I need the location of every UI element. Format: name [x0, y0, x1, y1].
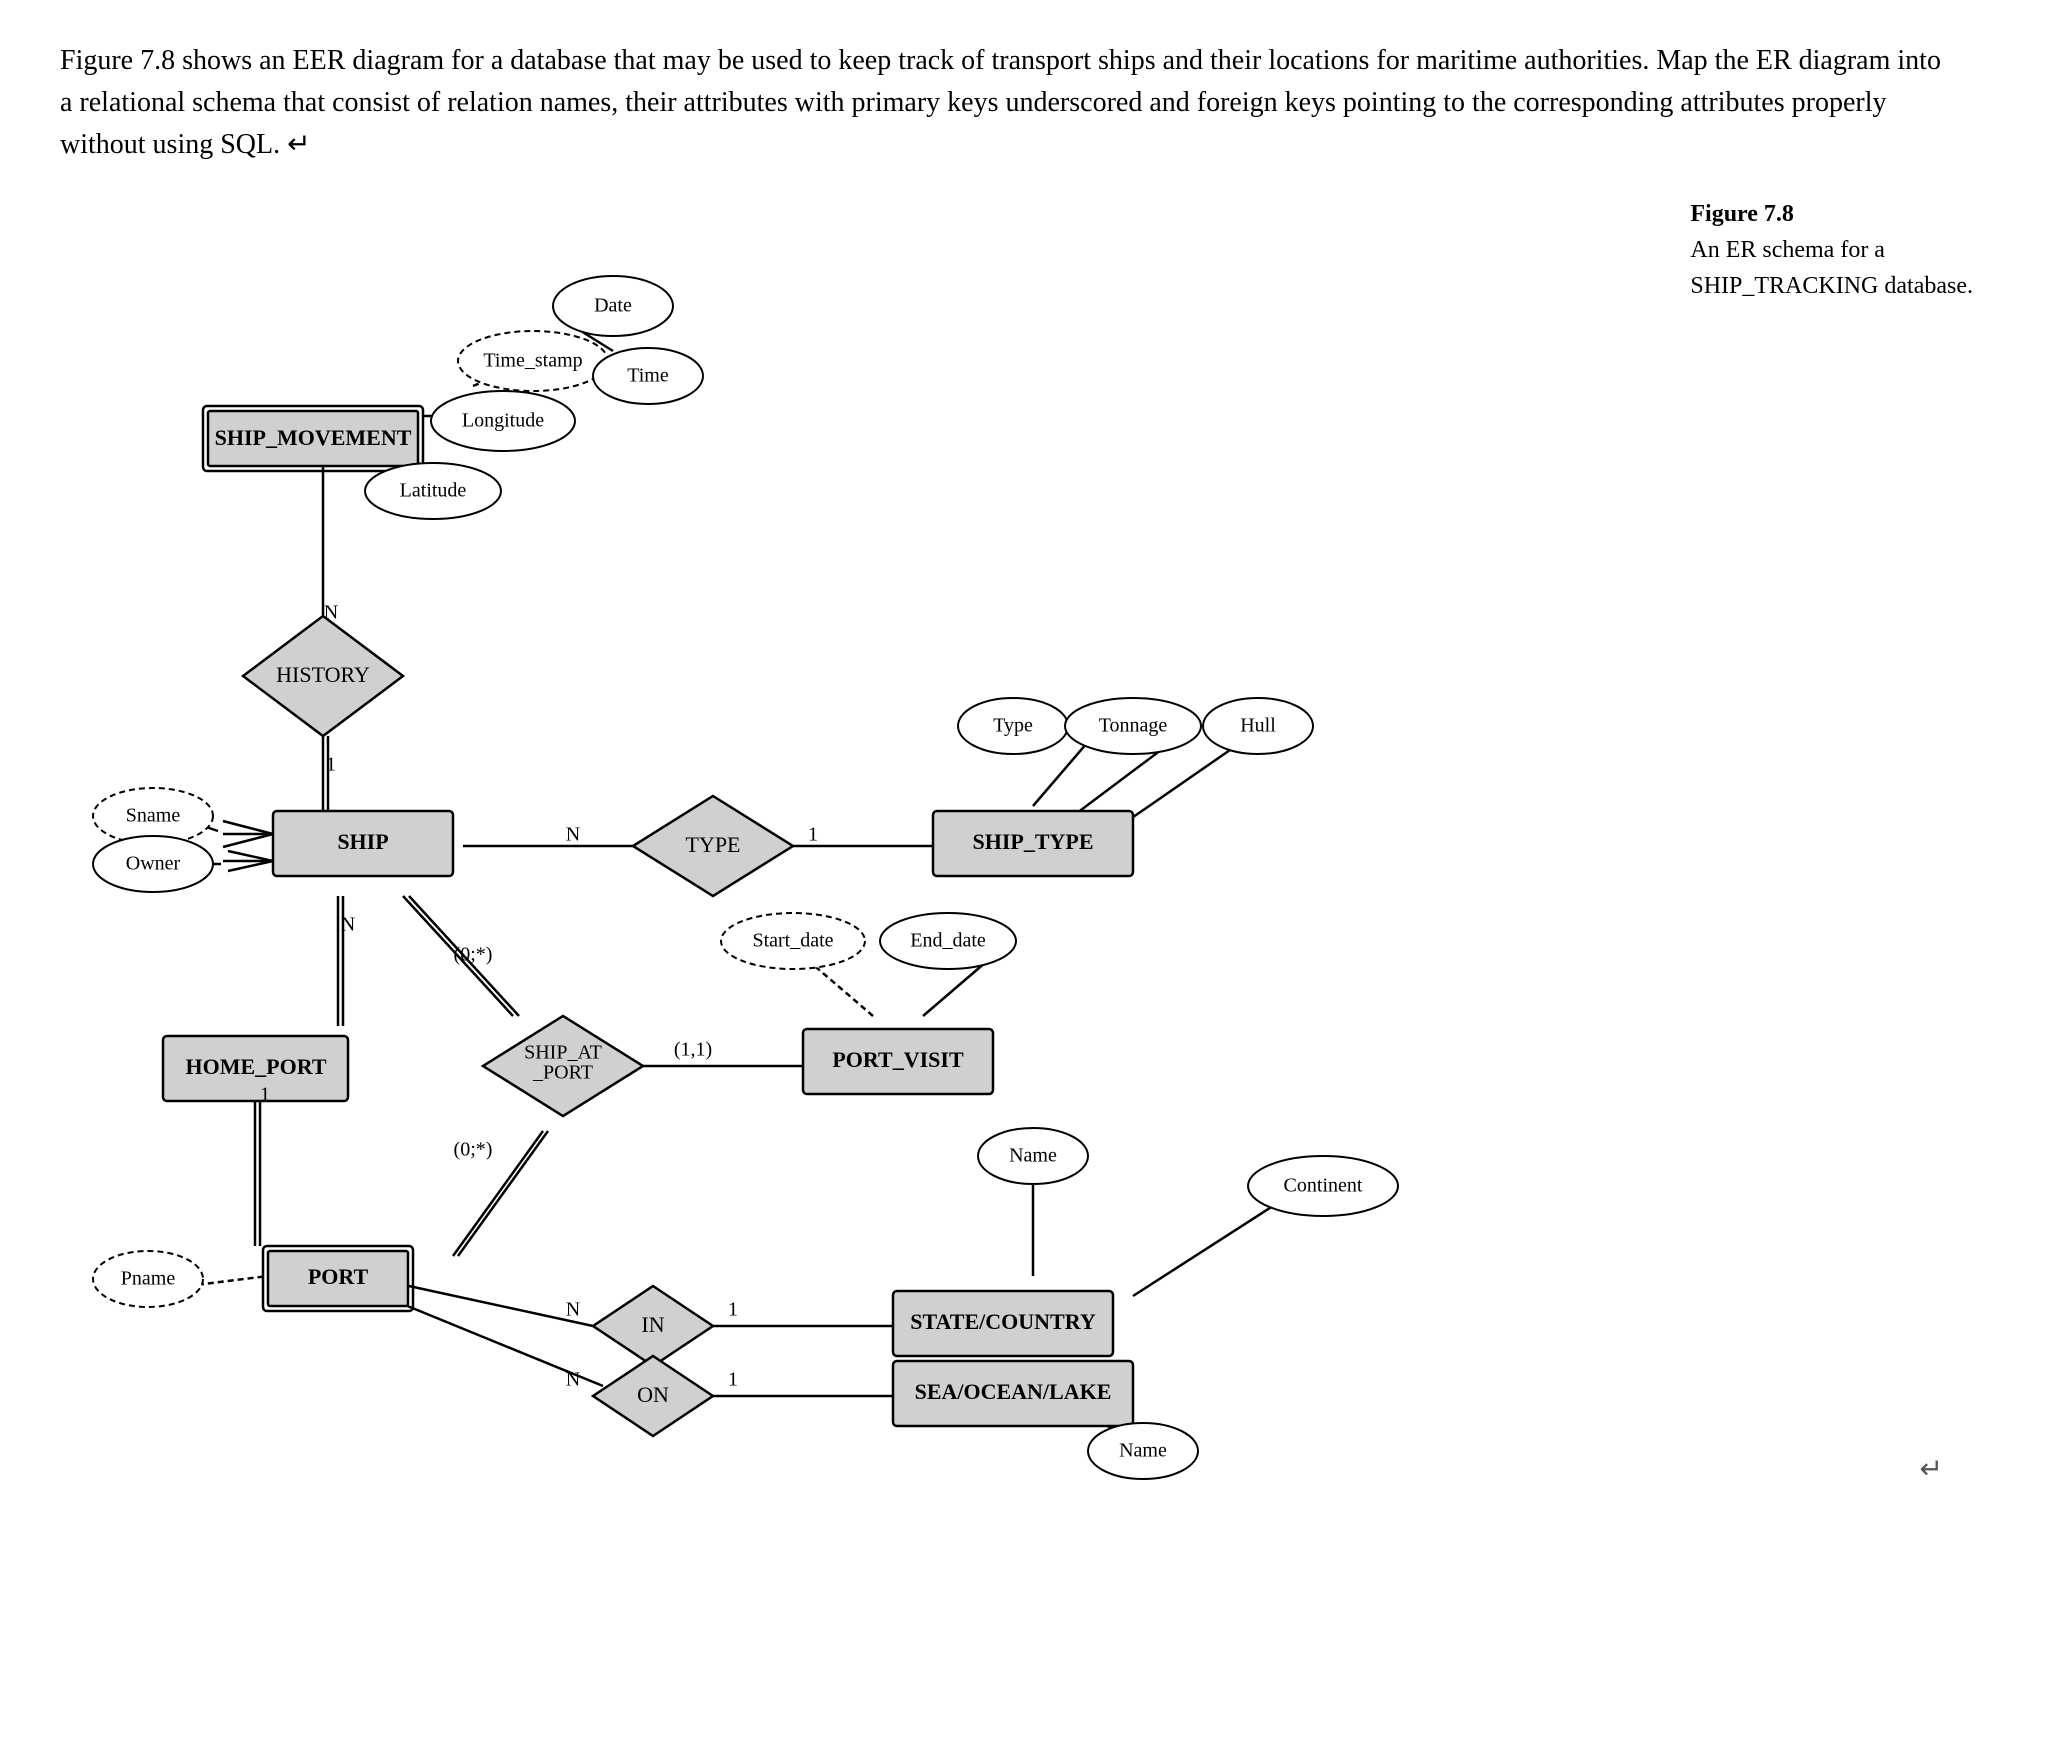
port-label: PORT: [308, 1264, 369, 1289]
type-label: TYPE: [686, 832, 741, 857]
on-label: ON: [637, 1382, 669, 1407]
timestamp-attr: Time_stamp: [483, 350, 582, 372]
ship-at-port-label: SHIP_AT: [524, 1042, 602, 1064]
diagram-area: Figure 7.8 An ER schema for a SHIP_TRACK…: [73, 196, 1973, 1496]
card-zero-n-port: (0;*): [454, 1139, 493, 1161]
card-n-on: N: [566, 1369, 580, 1391]
card-n1: N: [324, 602, 338, 624]
card-n-in: N: [566, 1299, 580, 1321]
card-1-1: (1,1): [674, 1039, 712, 1061]
port-visit-label: PORT_VISIT: [832, 1047, 964, 1072]
card-1-history: 1: [326, 754, 336, 776]
card-1-type-shiptype: 1: [808, 824, 818, 846]
card-n-type-ship: N: [566, 824, 580, 846]
time-attr: Time: [627, 365, 669, 387]
history-label: HISTORY: [276, 662, 370, 687]
card-1-on: 1: [728, 1369, 738, 1391]
end-date-attr: End_date: [910, 930, 986, 952]
in-label: IN: [641, 1312, 664, 1337]
name-sea-attr: Name: [1119, 1440, 1167, 1462]
card-1-in: 1: [728, 1299, 738, 1321]
intro-paragraph: Figure 7.8 shows an EER diagram for a da…: [60, 40, 1960, 166]
home-port-label: HOME_PORT: [185, 1054, 326, 1079]
date-attr: Date: [594, 295, 632, 317]
start-date-attr: Start_date: [752, 930, 833, 952]
pname-attr: Pname: [121, 1268, 176, 1290]
ship-movement-label: SHIP_MOVEMENT: [215, 425, 412, 450]
eer-diagram-svg: SHIP_MOVEMENT SHIP SHIP_TYPE HOME_PORT P…: [73, 196, 1973, 1496]
longitude-attr: Longitude: [462, 410, 544, 432]
return-symbol: ↵: [1920, 1452, 1943, 1486]
hull-attr: Hull: [1240, 715, 1276, 737]
sea-ocean-lake-label: SEA/OCEAN/LAKE: [915, 1379, 1112, 1404]
card-1-homeport-port: 1: [260, 1084, 270, 1106]
tonnage-attr: Tonnage: [1099, 715, 1168, 737]
ship-type-label: SHIP_TYPE: [972, 829, 1093, 854]
card-n-homeport: N: [341, 914, 355, 936]
ship-at-port-label2: _PORT: [532, 1062, 593, 1084]
owner-attr: Owner: [126, 853, 181, 875]
name-state-attr: Name: [1009, 1145, 1057, 1167]
type-attr: Type: [993, 715, 1033, 737]
card-zero-n-shipatport: (0;*): [454, 944, 493, 966]
state-country-label: STATE/COUNTRY: [910, 1309, 1096, 1334]
latitude-attr: Latitude: [400, 480, 467, 502]
continent-attr: Continent: [1284, 1175, 1363, 1197]
sname-attr: Sname: [126, 805, 181, 827]
ship-label: SHIP: [337, 829, 388, 854]
